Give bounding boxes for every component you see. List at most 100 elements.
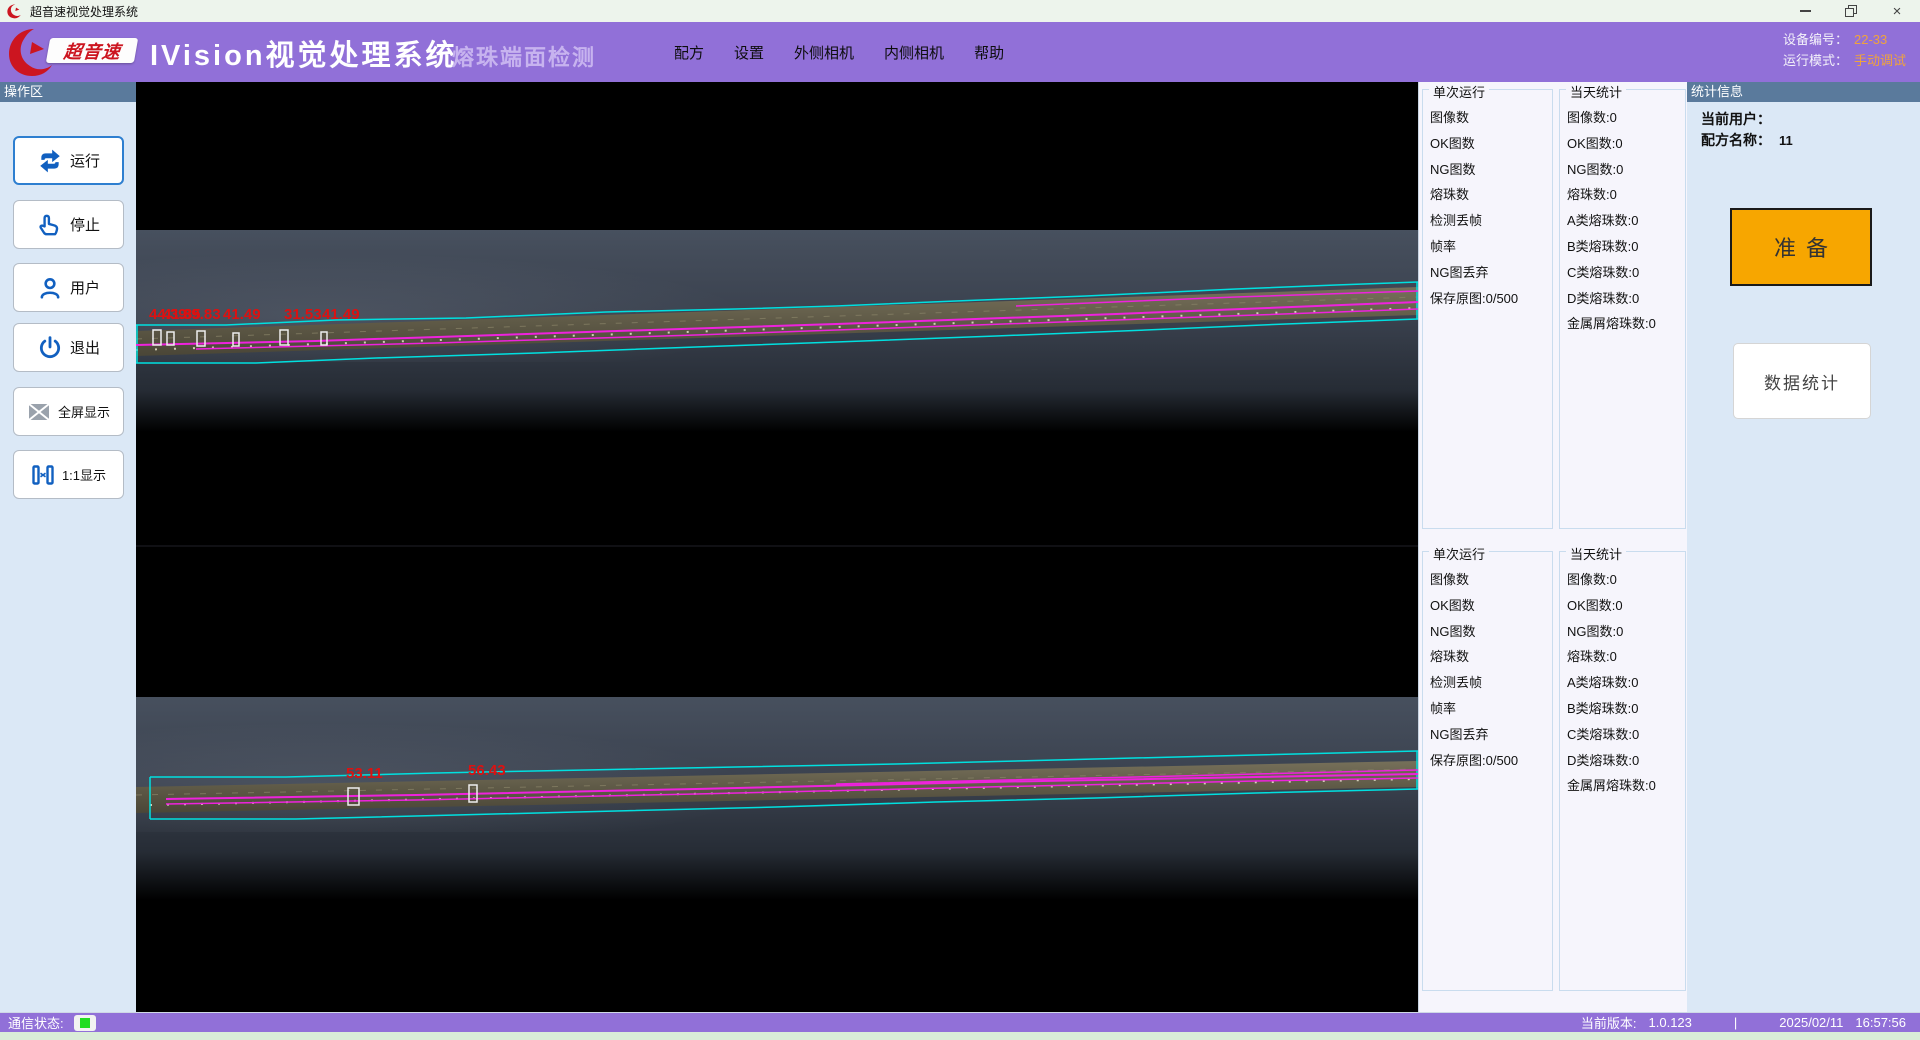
page-subtitle: 熔珠端面检测 bbox=[452, 40, 596, 72]
menu-item[interactable]: 设置 bbox=[732, 38, 766, 67]
daily-stats-rows: 图像数:0OK图数:0NG图数:0熔珠数:0A类熔珠数:0B类熔珠数:0C类熔珠… bbox=[1560, 90, 1685, 339]
minimize-button[interactable] bbox=[1782, 0, 1828, 22]
header: 超音速 IVision视觉处理系统 熔珠端面检测 配方设置外侧相机内侧相机帮助 … bbox=[0, 22, 1920, 82]
one-to-one-button-label: 1:1显示 bbox=[62, 465, 106, 484]
stat-row: NG图数 bbox=[1430, 159, 1552, 185]
comm-status-label: 通信状态: bbox=[8, 1013, 64, 1032]
daily-stats-title: 当天统计 bbox=[1566, 82, 1626, 101]
stat-row: 图像数:0 bbox=[1567, 107, 1685, 133]
titlebar: 超音速视觉处理系统 × bbox=[0, 0, 1920, 22]
statusbar: 通信状态: 当前版本: 1.0.123 | 2025/02/11 16:57:5… bbox=[0, 1012, 1920, 1032]
measurement-label: 56.43 bbox=[468, 762, 506, 779]
stats-section-inner: 单次运行 图像数OK图数NG图数熔珠数检测丢帧帧率NG图丢弃保存原图:0/500… bbox=[1419, 544, 1688, 1012]
stat-row: 保存原图:0/500 bbox=[1430, 288, 1552, 314]
stat-row: 保存原图:0/500 bbox=[1430, 750, 1552, 776]
measurement-labels: 44.3941.8539.8341.4931.5341.49 bbox=[136, 82, 1418, 543]
stat-row: NG图数:0 bbox=[1567, 621, 1685, 647]
stat-row: 熔珠数:0 bbox=[1567, 184, 1685, 210]
measurement-label: 41.49 bbox=[322, 306, 360, 323]
single-run-group: 单次运行 图像数OK图数NG图数熔珠数检测丢帧帧率NG图丢弃保存原图:0/500 bbox=[1422, 89, 1553, 529]
stat-row: 帧率 bbox=[1430, 236, 1552, 262]
menu-item[interactable]: 配方 bbox=[672, 38, 706, 67]
outer-camera-view[interactable]: 44.3941.8539.8341.4931.5341.49 bbox=[136, 82, 1418, 543]
daily-stats-rows: 图像数:0OK图数:0NG图数:0熔珠数:0A类熔珠数:0B类熔珠数:0C类熔珠… bbox=[1560, 552, 1685, 801]
desktop-edge-strip bbox=[0, 1032, 1920, 1040]
stat-row: OK图数:0 bbox=[1567, 595, 1685, 621]
stat-row: B类熔珠数:0 bbox=[1567, 698, 1685, 724]
stat-row: D类熔珠数:0 bbox=[1567, 750, 1685, 776]
stat-row: OK图数 bbox=[1430, 133, 1552, 159]
stat-row: 图像数:0 bbox=[1567, 569, 1685, 595]
maximize-button[interactable] bbox=[1828, 0, 1874, 22]
ready-button[interactable]: 准备 bbox=[1730, 208, 1872, 286]
user-button[interactable]: 用户 bbox=[13, 263, 124, 312]
stat-row: NG图数:0 bbox=[1567, 159, 1685, 185]
stats-column: 单次运行 图像数OK图数NG图数熔珠数检测丢帧帧率NG图丢弃保存原图:0/500… bbox=[1418, 82, 1687, 1012]
stop-button[interactable]: 停止 bbox=[13, 200, 124, 249]
close-icon: × bbox=[1893, 3, 1902, 20]
data-statistics-button[interactable]: 数据统计 bbox=[1733, 343, 1871, 419]
window-controls: × bbox=[1782, 0, 1920, 22]
stat-row: 图像数 bbox=[1430, 107, 1552, 133]
stat-row: 熔珠数:0 bbox=[1567, 646, 1685, 672]
measurement-label: 39.83 bbox=[183, 306, 221, 323]
stat-row: 金属屑熔珠数:0 bbox=[1567, 313, 1685, 339]
stat-row: 金属屑熔珠数:0 bbox=[1567, 775, 1685, 801]
user-icon bbox=[37, 275, 63, 301]
exit-button-label: 退出 bbox=[70, 337, 100, 358]
run-button-label: 运行 bbox=[70, 150, 100, 171]
recipe-name-label: 配方名称： bbox=[1701, 132, 1771, 148]
daily-stats-title: 当天统计 bbox=[1566, 544, 1626, 563]
single-run-group: 单次运行 图像数OK图数NG图数熔珠数检测丢帧帧率NG图丢弃保存原图:0/500 bbox=[1422, 551, 1553, 991]
exit-icon bbox=[37, 335, 63, 361]
stat-row: 熔珠数 bbox=[1430, 184, 1552, 210]
recipe-name-value: 11 bbox=[1779, 133, 1793, 148]
measurement-labels: 53.11 56.43 bbox=[136, 547, 1418, 1010]
version-value: 1.0.123 bbox=[1649, 1015, 1692, 1030]
stat-row: B类熔珠数:0 bbox=[1567, 236, 1685, 262]
brand-badge: 超音速 bbox=[46, 38, 138, 63]
app-title: IVision视觉处理系统 bbox=[150, 32, 458, 74]
daily-stats-group: 当天统计 图像数:0OK图数:0NG图数:0熔珠数:0A类熔珠数:0B类熔珠数:… bbox=[1559, 551, 1686, 991]
stat-row: 图像数 bbox=[1430, 569, 1552, 595]
run-mode-label: 运行模式： bbox=[1783, 53, 1848, 68]
current-user-label: 当前用户： bbox=[1701, 111, 1771, 127]
stat-row: C类熔珠数:0 bbox=[1567, 262, 1685, 288]
info-panel: 统计信息 当前用户： 配方名称：11 准备 数据统计 bbox=[1687, 82, 1920, 1012]
user-button-label: 用户 bbox=[70, 277, 100, 298]
comm-status-indicator bbox=[74, 1015, 96, 1031]
statusbar-separator: | bbox=[1734, 1015, 1737, 1030]
stop-button-label: 停止 bbox=[70, 214, 100, 235]
one-to-one-button[interactable]: 1:1显示 bbox=[13, 450, 124, 499]
stat-row: 检测丢帧 bbox=[1430, 672, 1552, 698]
run-icon bbox=[37, 148, 63, 174]
menu-bar: 配方设置外侧相机内侧相机帮助 bbox=[672, 22, 1006, 82]
stop-icon bbox=[37, 212, 63, 238]
device-id-value: 22-33 bbox=[1854, 32, 1887, 47]
stat-row: OK图数 bbox=[1430, 595, 1552, 621]
fullscreen-icon bbox=[27, 400, 51, 424]
exit-button[interactable]: 退出 bbox=[13, 323, 124, 372]
device-info: 设备编号：22-33 运行模式：手动调试 bbox=[1783, 29, 1906, 71]
date-text: 2025/02/11 bbox=[1779, 1015, 1843, 1030]
close-button[interactable]: × bbox=[1874, 0, 1920, 22]
recipe-name-row: 配方名称： 11 bbox=[1701, 130, 1793, 150]
stats-section-outer: 单次运行 图像数OK图数NG图数熔珠数检测丢帧帧率NG图丢弃保存原图:0/500… bbox=[1419, 82, 1688, 542]
single-run-title: 单次运行 bbox=[1429, 82, 1489, 101]
menu-item[interactable]: 帮助 bbox=[972, 38, 1006, 67]
restore-icon bbox=[1845, 5, 1857, 17]
menu-item[interactable]: 内侧相机 bbox=[882, 38, 946, 67]
measurement-label: 53.11 bbox=[346, 765, 383, 782]
fullscreen-button[interactable]: 全屏显示 bbox=[13, 387, 124, 436]
current-user-row: 当前用户： bbox=[1701, 109, 1779, 129]
stat-row: 帧率 bbox=[1430, 698, 1552, 724]
menu-item[interactable]: 外侧相机 bbox=[792, 38, 856, 67]
stat-row: NG图丢弃 bbox=[1430, 724, 1552, 750]
run-button[interactable]: 运行 bbox=[13, 136, 124, 185]
stat-row: 检测丢帧 bbox=[1430, 210, 1552, 236]
one-to-one-icon bbox=[31, 463, 55, 487]
inner-camera-view[interactable]: 53.11 56.43 bbox=[136, 545, 1418, 1010]
stat-row: A类熔珠数:0 bbox=[1567, 210, 1685, 236]
sidebar-title: 操作区 bbox=[0, 82, 136, 102]
measurement-label: 31.53 bbox=[284, 306, 322, 323]
